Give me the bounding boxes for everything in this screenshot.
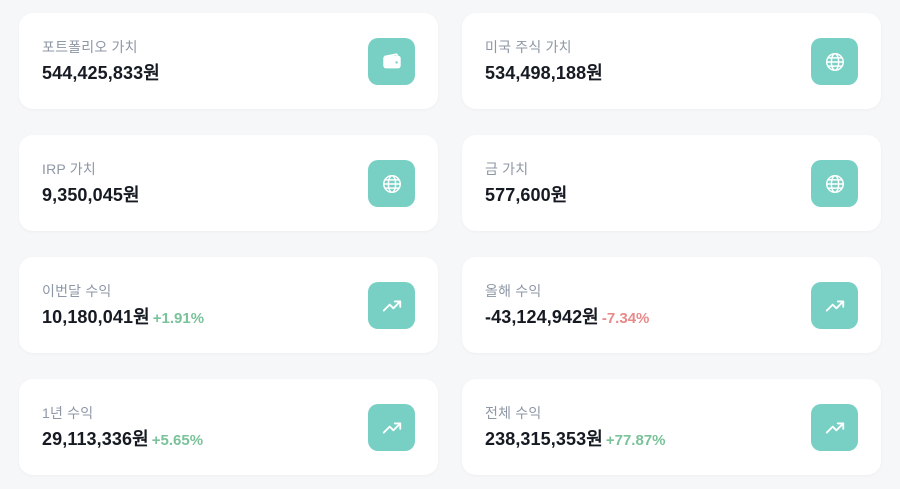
card-value: 238,315,353원: [485, 429, 603, 449]
card-monthly-return: 이번달 수익 10,180,041원 +1.91%: [19, 257, 438, 353]
wallet-icon: [368, 38, 415, 85]
card-value-line: 534,498,188원: [485, 61, 603, 87]
card-value: -43,124,942원: [485, 307, 599, 327]
card-us-stock-value: 미국 주식 가치 534,498,188원: [462, 13, 881, 109]
trending-up-icon: [811, 282, 858, 329]
card-value-line: -43,124,942원 -7.34%: [485, 305, 649, 331]
card-1year-return: 1년 수익 29,113,336원 +5.65%: [19, 379, 438, 475]
card-value: 577,600원: [485, 185, 568, 205]
card-label: 포트폴리오 가치: [42, 39, 138, 55]
card-label: 전체 수익: [485, 405, 542, 421]
card-label: 이번달 수익: [42, 283, 112, 299]
card-label: 올해 수익: [485, 283, 542, 299]
card-value-line: 9,350,045원: [42, 183, 140, 209]
card-value-line: 29,113,336원 +5.65%: [42, 427, 203, 453]
card-value: 9,350,045원: [42, 185, 140, 205]
card-value-line: 238,315,353원 +77.87%: [485, 427, 666, 453]
card-value: 544,425,833원: [42, 63, 160, 83]
change-percent: +1.91%: [152, 310, 205, 327]
globe-icon: [368, 160, 415, 207]
card-value: 29,113,336원: [42, 429, 149, 449]
trending-up-icon: [811, 404, 858, 451]
change-percent: +5.65%: [151, 432, 204, 449]
card-value-line: 544,425,833원: [42, 61, 160, 87]
trending-up-icon: [368, 282, 415, 329]
card-value-line: 577,600원: [485, 183, 567, 209]
card-label: 1년 수익: [42, 405, 94, 421]
globe-icon: [811, 38, 858, 85]
card-total-return: 전체 수익 238,315,353원 +77.87%: [462, 379, 881, 475]
card-label: 미국 주식 가치: [485, 39, 572, 55]
card-ytd-return: 올해 수익 -43,124,942원 -7.34%: [462, 257, 881, 353]
card-irp-value: IRP 가치 9,350,045원: [19, 135, 438, 231]
card-gold-value: 금 가치 577,600원: [462, 135, 881, 231]
trending-up-icon: [368, 404, 415, 451]
card-label: IRP 가치: [42, 161, 96, 177]
card-value: 10,180,041원: [42, 307, 150, 327]
card-portfolio-value: 포트폴리오 가치 544,425,833원: [19, 13, 438, 109]
card-label: 금 가치: [485, 161, 529, 177]
card-value-line: 10,180,041원 +1.91%: [42, 305, 204, 331]
globe-icon: [811, 160, 858, 207]
change-percent: -7.34%: [601, 310, 650, 327]
card-value: 534,498,188원: [485, 63, 603, 83]
change-percent: +77.87%: [605, 432, 666, 449]
